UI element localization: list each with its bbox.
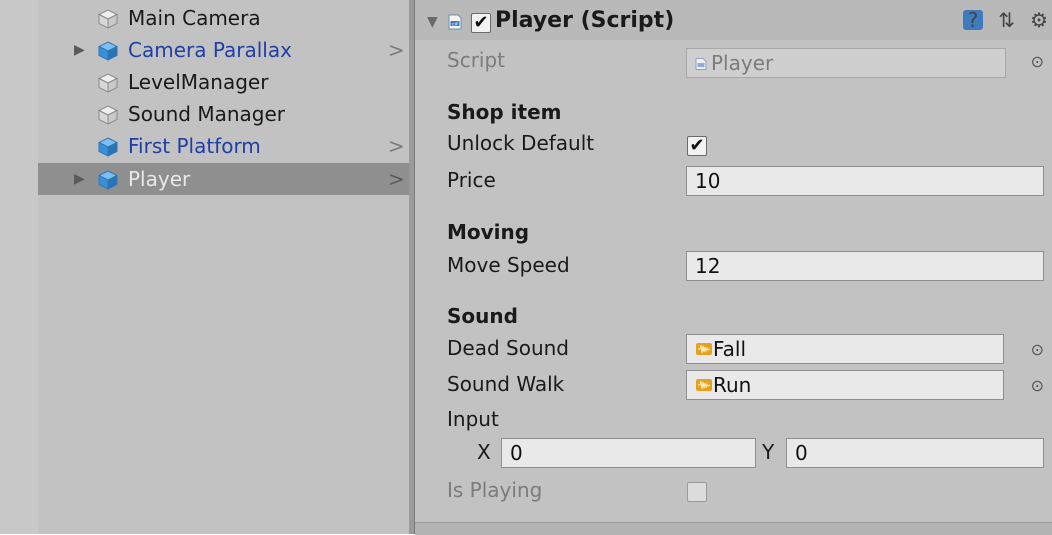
input-x-label: X [477,440,491,464]
component-header[interactable]: ▼ c# ✔ Player (Script) ? ⇅ ⚙ [415,0,1052,40]
price-label: Price [447,168,496,192]
unlock-default-label: Unlock Default [447,131,595,155]
hierarchy-item-label: LevelManager [128,70,269,94]
move-speed-label: Move Speed [447,253,570,277]
inspector-panel: ▼ c# ✔ Player (Script) ? ⇅ ⚙ Script Play… [415,0,1052,535]
sound-walk-label: Sound Walk [447,372,565,396]
hierarchy-item-label: Player [128,167,191,191]
open-prefab-arrow-icon[interactable]: > [388,130,405,162]
hierarchy-panel: Main Camera ▶ Camera Parallax > LevelMan… [38,0,409,534]
open-prefab-arrow-icon[interactable]: > [388,34,405,66]
dead-sound-field[interactable]: Fall [686,334,1004,364]
component-header-icons: ? ⇅ ⚙ [953,8,1052,34]
csharp-script-icon: c# [448,14,462,30]
hierarchy-item-label: Main Camera [128,6,261,30]
prefab-cube-icon [98,170,118,190]
hierarchy-item-level-manager[interactable]: LevelManager [38,66,409,98]
dead-sound-label: Dead Sound [447,336,569,360]
open-prefab-arrow-icon[interactable]: > [388,163,405,195]
next-component-header[interactable] [415,522,1052,535]
hierarchy-item-label: Sound Manager [128,102,286,126]
preset-icon[interactable]: ⇅ [998,8,1015,32]
svg-text:c#: c# [452,21,458,27]
hierarchy-item-label: Camera Parallax [128,38,292,62]
sound-walk-value: Run [713,373,752,397]
script-field-value: Player [711,51,774,75]
section-header-sound: Sound [447,304,518,328]
is-playing-label: Is Playing [447,478,543,502]
foldout-open-icon[interactable]: ▼ [427,14,438,30]
input-label: Input [447,407,499,431]
help-icon[interactable]: ? [963,10,984,30]
audio-clip-icon [696,379,712,391]
left-edge-strip [0,0,38,534]
component-enabled-checkbox[interactable]: ✔ [471,13,491,33]
input-y-label: Y [762,440,775,464]
section-header-shop-item: Shop item [447,100,562,124]
hierarchy-item-label: First Platform [128,134,261,158]
gameobject-cube-icon [98,105,118,125]
input-y-field[interactable]: 0 [786,438,1044,468]
input-x-field[interactable]: 0 [501,438,756,468]
section-header-moving: Moving [447,220,530,244]
dead-sound-value: Fall [713,337,747,361]
gear-icon[interactable]: ⚙ [1030,8,1048,32]
hierarchy-item-main-camera[interactable]: Main Camera [38,2,409,34]
object-picker-icon[interactable]: ⊙ [1031,376,1044,395]
object-picker-icon[interactable]: ⊙ [1031,52,1044,71]
prefab-cube-icon [98,41,118,61]
is-playing-checkbox[interactable] [687,482,707,502]
hierarchy-item-camera-parallax[interactable]: ▶ Camera Parallax > [38,34,409,66]
price-input[interactable]: 10 [686,166,1044,196]
hierarchy-item-sound-manager[interactable]: Sound Manager [38,98,409,130]
hierarchy-item-player[interactable]: ▶ Player > [38,163,409,195]
script-file-icon [695,58,707,70]
prefab-cube-icon [98,137,118,157]
gameobject-cube-icon [98,73,118,93]
move-speed-input[interactable]: 12 [686,251,1044,281]
script-field: Player [686,48,1006,78]
component-title: Player (Script) [495,8,675,33]
object-picker-icon[interactable]: ⊙ [1031,340,1044,359]
script-field-label: Script [447,48,506,72]
foldout-arrow-icon[interactable]: ▶ [74,34,90,66]
unlock-default-checkbox[interactable]: ✔ [687,136,707,156]
hierarchy-item-first-platform[interactable]: First Platform > [38,130,409,162]
gameobject-cube-icon [98,9,118,29]
foldout-arrow-icon[interactable]: ▶ [74,163,90,195]
sound-walk-field[interactable]: Run [686,370,1004,400]
audio-clip-icon [696,343,712,355]
